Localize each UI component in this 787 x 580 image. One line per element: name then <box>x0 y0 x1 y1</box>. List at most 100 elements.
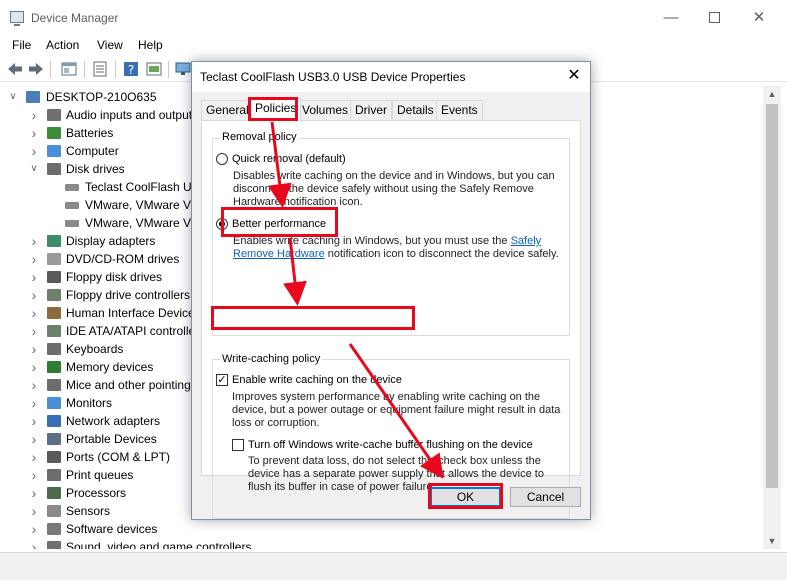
toolbar-separator <box>84 61 85 78</box>
chevron-right-icon[interactable]: › <box>29 430 39 448</box>
chevron-down-icon[interactable]: ∨ <box>8 88 18 106</box>
drive-icon <box>65 202 79 209</box>
chevron-right-icon[interactable]: › <box>29 394 39 412</box>
forward-arrow-icon[interactable] <box>27 60 45 78</box>
chevron-right-icon[interactable]: › <box>29 412 39 430</box>
tree-item[interactable]: › Sound, video and game controllers <box>0 538 760 549</box>
chevron-right-icon[interactable]: › <box>29 232 39 250</box>
minimize-button[interactable]: — <box>660 8 682 28</box>
scroll-down-arrow-icon[interactable]: ▼ <box>763 533 781 549</box>
scrollbar-thumb[interactable] <box>766 104 778 488</box>
chevron-right-icon[interactable]: › <box>29 286 39 304</box>
enable-write-caching-checkbox[interactable]: ✓ <box>216 374 228 386</box>
tree-item[interactable]: › Software devices <box>0 520 760 538</box>
tree-item-label: Network adapters <box>66 414 161 428</box>
display-adapter-icon <box>47 235 61 247</box>
tab-events[interactable]: Events <box>436 100 483 120</box>
chevron-right-icon[interactable]: › <box>29 376 39 394</box>
maximize-button[interactable] <box>703 8 725 28</box>
highlight-enable-write-caching <box>211 306 415 330</box>
processor-icon <box>47 487 61 499</box>
chevron-right-icon[interactable]: › <box>29 520 39 538</box>
window-title: Device Manager <box>31 11 119 25</box>
tree-item-label: Portable Devices <box>66 432 157 446</box>
title-bar: Device Manager — ✕ <box>0 0 787 36</box>
monitor-icon <box>47 397 61 409</box>
chevron-right-icon[interactable]: › <box>29 142 39 160</box>
tree-item-label: Floppy drive controllers <box>66 288 191 302</box>
chevron-right-icon[interactable]: › <box>29 106 39 124</box>
better-desc-after: notification icon to disconnect the devi… <box>327 248 559 260</box>
menu-action[interactable]: Action <box>46 38 79 52</box>
toolbar-separator <box>115 61 116 78</box>
floppy-icon <box>47 271 61 283</box>
highlight-better-performance <box>221 207 338 237</box>
chevron-right-icon[interactable]: › <box>29 538 39 549</box>
chevron-right-icon[interactable]: › <box>29 502 39 520</box>
battery-icon <box>47 127 61 139</box>
scroll-up-arrow-icon[interactable]: ▲ <box>763 86 781 102</box>
tree-item-label: Floppy disk drives <box>66 270 163 284</box>
scan-hardware-icon[interactable] <box>145 60 163 78</box>
dialog-close-icon[interactable]: ✕ <box>564 66 584 86</box>
tree-item-label: DESKTOP-210O635 <box>46 90 157 104</box>
chevron-right-icon[interactable]: › <box>29 268 39 286</box>
printer-icon <box>47 469 61 481</box>
tab-details[interactable]: Details <box>392 100 439 120</box>
menu-bar: File Action View Help <box>0 36 787 56</box>
keyboard-icon <box>47 343 61 355</box>
tree-item-label: Disk drives <box>66 162 125 176</box>
chevron-right-icon[interactable]: › <box>29 448 39 466</box>
turn-off-flushing-checkbox[interactable] <box>232 439 244 451</box>
help-icon[interactable]: ? <box>122 60 140 78</box>
tree-item-label: Print queues <box>66 468 134 482</box>
document-icon[interactable] <box>91 60 109 78</box>
monitor-icon <box>47 145 61 157</box>
tree-item-label: Memory devices <box>66 360 154 374</box>
write-caching-title: Write-caching policy <box>220 353 323 365</box>
highlight-ok-button <box>428 483 503 509</box>
quick-removal-radio[interactable] <box>216 153 228 165</box>
monitor-icon[interactable] <box>174 60 192 78</box>
chevron-right-icon[interactable]: › <box>29 484 39 502</box>
quick-removal-label[interactable]: Quick removal (default) <box>232 153 346 165</box>
device-manager-icon <box>10 11 24 26</box>
tree-item-label: Batteries <box>66 126 114 140</box>
chevron-right-icon[interactable]: › <box>29 304 39 322</box>
chevron-right-icon[interactable]: › <box>29 466 39 484</box>
chevron-right-icon[interactable]: › <box>29 124 39 142</box>
enable-write-caching-label[interactable]: Enable write caching on the device <box>232 374 402 386</box>
tab-driver[interactable]: Driver <box>350 100 392 120</box>
tab-volumes[interactable]: Volumes <box>297 100 354 120</box>
tree-item-label: Sensors <box>66 504 111 518</box>
close-button[interactable]: ✕ <box>748 8 770 28</box>
cancel-button[interactable]: Cancel <box>510 487 581 507</box>
toolbar-separator <box>168 61 169 78</box>
toolbar-separator <box>50 61 51 78</box>
turn-off-flushing-label[interactable]: Turn off Windows write-cache buffer flus… <box>248 439 533 451</box>
chevron-right-icon[interactable]: › <box>29 340 39 358</box>
menu-view[interactable]: View <box>97 38 123 52</box>
dialog-title-bar: Teclast CoolFlash USB3.0 USB Device Prop… <box>192 62 590 92</box>
software-device-icon <box>47 523 61 535</box>
memory-icon <box>47 361 61 373</box>
tree-item-label: Processors <box>66 486 127 500</box>
enable-write-caching-description: Improves system performance by enabling … <box>232 391 561 429</box>
tree-item-label: DVD/CD-ROM drives <box>66 252 180 266</box>
hid-icon <box>47 307 61 319</box>
tree-item-label: Sound, video and game controllers <box>66 540 252 549</box>
menu-help[interactable]: Help <box>138 38 163 52</box>
portable-device-icon <box>47 433 61 445</box>
back-arrow-icon[interactable] <box>6 60 24 78</box>
drive-icon <box>65 184 79 191</box>
chevron-down-icon[interactable]: ∨ <box>29 160 39 178</box>
properties-sheet-icon[interactable] <box>60 60 78 78</box>
menu-file[interactable]: File <box>12 38 31 52</box>
chevron-right-icon[interactable]: › <box>29 322 39 340</box>
chevron-right-icon[interactable]: › <box>29 358 39 376</box>
dialog-title: Teclast CoolFlash USB3.0 USB Device Prop… <box>200 70 466 84</box>
tab-general[interactable]: General <box>201 100 254 120</box>
status-bar <box>0 552 787 580</box>
vertical-scrollbar[interactable]: ▲ ▼ <box>763 86 781 549</box>
chevron-right-icon[interactable]: › <box>29 250 39 268</box>
